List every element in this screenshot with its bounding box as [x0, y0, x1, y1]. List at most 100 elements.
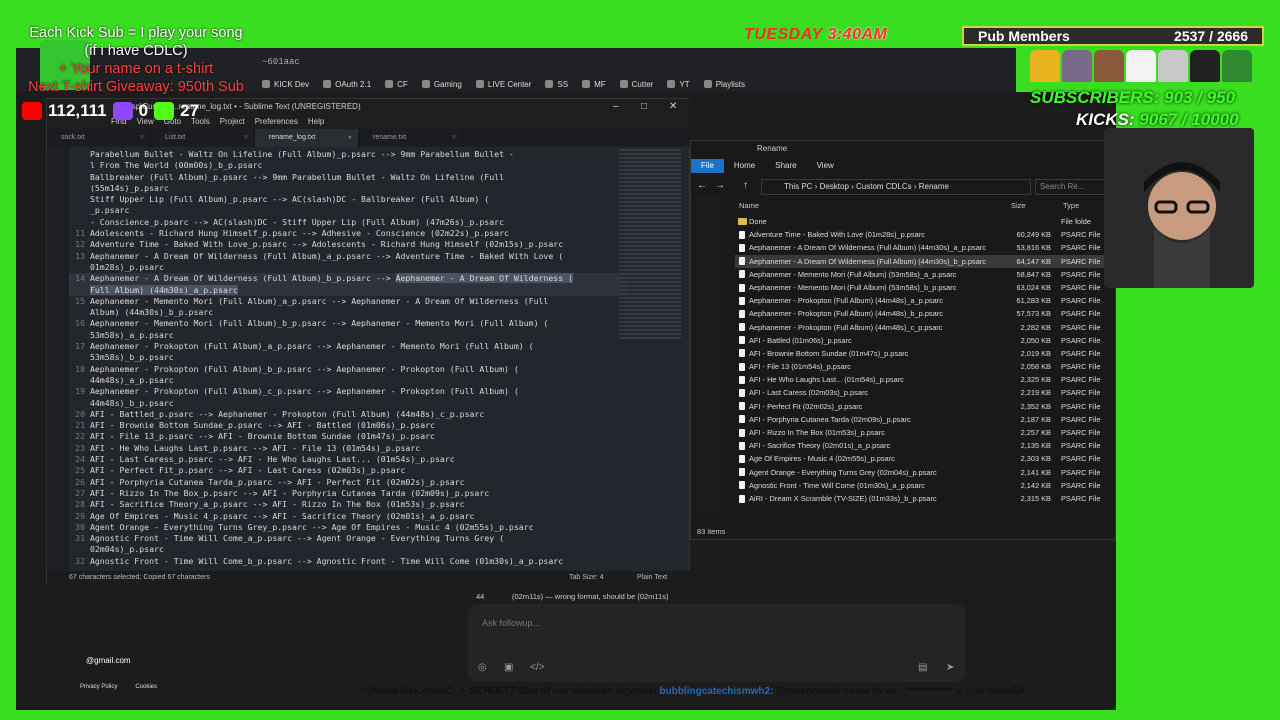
line-content: Adolescents - Richard Hung Himself_p.psa… [89, 228, 509, 239]
tab-close-icon[interactable]: × [140, 129, 144, 147]
address-bar[interactable]: ~601aac [262, 52, 962, 72]
line-number: 32 [75, 555, 85, 566]
breadcrumb-item[interactable]: Rename [919, 182, 949, 191]
bookmark-label: KICK Dev [274, 79, 310, 89]
editor-tab[interactable]: sock.txt × [47, 129, 151, 147]
bookmark-item[interactable]: LIVE Center [475, 80, 531, 89]
breadcrumb-item[interactable]: Desktop [820, 182, 849, 191]
tab-close-icon[interactable]: × [244, 129, 248, 147]
file-row[interactable]: Adventure Time - Baked With Love (01m28s… [735, 228, 1111, 241]
followup-input[interactable]: Ask followup... [482, 618, 540, 628]
up-arrow-icon[interactable]: ↑ [743, 180, 748, 191]
file-row[interactable]: Age Of Empires - Music 4 (02m55s)_p.psar… [735, 452, 1111, 465]
file-name: AFI - Rizzo In The Box (01m53s)_p.psarc [749, 428, 885, 437]
globe-icon[interactable]: ◎ [478, 662, 487, 673]
file-row[interactable]: AFI - Rizzo In The Box (01m53s)_p.psarc 2… [735, 426, 1111, 439]
line-number: 21 [75, 420, 85, 431]
bookmark-item[interactable]: OAuth 2.1 [323, 80, 371, 89]
file-row[interactable]: AFI - Last Caress (02m03s)_p.psarc 2,219 … [735, 386, 1111, 399]
forward-arrow-icon[interactable]: → [715, 180, 725, 191]
ribbon-tab[interactable]: Home [724, 159, 765, 173]
bookmark-item[interactable]: KICK Dev [262, 80, 309, 89]
file-row[interactable]: Aephanemer - Prokopton (Full Album) (44m… [735, 294, 1111, 307]
minimize-icon[interactable]: – [613, 99, 619, 115]
code-editor[interactable]: Parabellum Bullet - Waltz On Lifeline (F… [69, 149, 629, 571]
back-arrow-icon[interactable]: ← [697, 180, 707, 191]
file-row[interactable]: Aephanemer - Prokopton (Full Album) (44m… [735, 307, 1111, 320]
file-row[interactable]: Aephanemer - A Dream Of Wilderness (Full… [735, 241, 1111, 254]
line-number: 26 [75, 476, 85, 487]
file-glyph [739, 309, 745, 318]
attach-icon[interactable]: ▤ [918, 662, 927, 673]
file-row[interactable]: AFI - Porphyria Cutanea Tarda (02m09s)_p… [735, 413, 1111, 426]
menu-item[interactable]: Help [308, 115, 324, 129]
bookmark-item[interactable]: MF [582, 80, 606, 89]
file-icon [735, 426, 749, 439]
tab-size-status[interactable]: Tab Size: 4 [569, 571, 604, 585]
column-name[interactable]: Name [739, 199, 759, 213]
editor-tab[interactable]: rename_log.txt ● [255, 129, 359, 147]
syntax-status[interactable]: Plain Text [637, 571, 667, 585]
bookmark-item[interactable]: Gaming [421, 80, 462, 89]
code-line: 44m48s)_b_p.psarc [69, 398, 629, 409]
file-row[interactable]: Aephanemer - A Dream Of Wilderness (Full… [735, 254, 1111, 268]
line-content: Album) (44m30s)_b_p.psarc [89, 307, 214, 318]
code-icon[interactable]: </> [530, 662, 544, 673]
editor-tab[interactable]: rename.txt × [359, 129, 463, 147]
send-arrow-icon[interactable]: ➤ [946, 662, 954, 673]
column-type[interactable]: Type [1063, 199, 1079, 213]
file-row[interactable]: Agnostic Front - Time Will Come (01m30s)… [735, 479, 1111, 492]
line-text: AFI - Porphyria Cutanea Tarda_p.psarc --… [85, 477, 465, 488]
line-number: 19 [75, 386, 85, 397]
file-row[interactable]: AFI - Perfect Fit (02m02s)_p.psarc 2,352 … [735, 400, 1111, 413]
ribbon-tab[interactable]: Share [765, 159, 806, 173]
search-input[interactable]: Search Re... [1035, 179, 1105, 195]
line-number [69, 285, 85, 296]
status-bar: 67 characters selected; Copied 67 charac… [47, 571, 691, 585]
file-glyph [739, 481, 745, 490]
bookmark-item[interactable]: Cutter [619, 80, 653, 89]
breadcrumb-item[interactable]: This PC [784, 182, 812, 191]
file-row[interactable]: Aephanemer - Memento Mori (Full Album) (… [735, 268, 1111, 281]
maximize-icon[interactable]: □ [641, 99, 647, 115]
tab-close-icon[interactable]: × [452, 129, 456, 147]
file-row[interactable]: Aephanemer - Memento Mori (Full Album) (… [735, 281, 1111, 294]
file-row[interactable]: Agent Orange - Everything Turns Grey (02… [735, 466, 1111, 479]
minimap[interactable] [619, 149, 681, 339]
file-row[interactable]: AiRI - Dream X Scramble (TV-SIZE) (01m33… [735, 492, 1111, 505]
tab-close-icon[interactable]: ● [348, 129, 352, 147]
image-icon[interactable]: ▣ [504, 662, 513, 673]
file-row[interactable]: Done File folde [735, 215, 1111, 228]
editor-tab[interactable]: List.txt × [151, 129, 255, 147]
breadcrumb[interactable]: This PC › Desktop › Custom CDLCs › Renam… [761, 179, 1031, 195]
line-number: 24 [75, 454, 85, 465]
file-row[interactable]: AFI - Battled (01m06s)_p.psarc 2,050 KB PS… [735, 334, 1111, 347]
line-content: Aephanemer - Prokopton (Full Album)_b_p.… [89, 363, 519, 374]
breadcrumb-item[interactable]: Custom CDLCs [856, 182, 912, 191]
file-glyph [739, 375, 745, 384]
bookmark-item[interactable]: Playlists [703, 80, 745, 89]
file-row[interactable]: AFI - He Who Laughs Last... (01m54s)_p.p… [735, 373, 1111, 386]
privacy-link[interactable]: Privacy Policy [80, 684, 117, 690]
tshirt-icon [1190, 50, 1220, 82]
file-row[interactable]: AFI - Brownie Bottom Sundae (01m47s)_p.p… [735, 347, 1111, 360]
bookmark-item[interactable]: YT [667, 80, 690, 89]
file-row[interactable]: AFI - File 13 (01m54s)_p.psarc 2,058 KB PS… [735, 360, 1111, 373]
cookies-link[interactable]: Cookies [135, 684, 157, 690]
bookmark-item[interactable]: CF [385, 80, 408, 89]
menu-item[interactable]: Preferences [255, 115, 298, 129]
bookmark-item[interactable]: SS [545, 80, 568, 89]
code-line: 17 Aephanemer - Prokopton (Full Album)_a… [69, 341, 629, 352]
file-type: PSARC File [1061, 348, 1101, 358]
file-row[interactable]: AFI - Sacrifice Theory (02m01s)_a_p.psar… [735, 439, 1111, 452]
tab-label: rename.txt [373, 134, 407, 141]
ribbon-tab[interactable]: View [807, 159, 844, 173]
kicks-label: KICKS: [1076, 110, 1135, 129]
close-icon[interactable]: ✕ [669, 99, 677, 115]
ribbon-tab[interactable]: File [691, 159, 724, 173]
breadcrumb-separator-icon: › [848, 182, 857, 191]
file-row[interactable]: Aephanemer - Prokopton (Full Album) (44m… [735, 321, 1111, 334]
column-size[interactable]: Size [1011, 199, 1026, 213]
menu-item[interactable]: Project [220, 115, 245, 129]
followup-box[interactable]: Ask followup... ◎ ▣ </> ▤ ➤ [468, 604, 966, 682]
